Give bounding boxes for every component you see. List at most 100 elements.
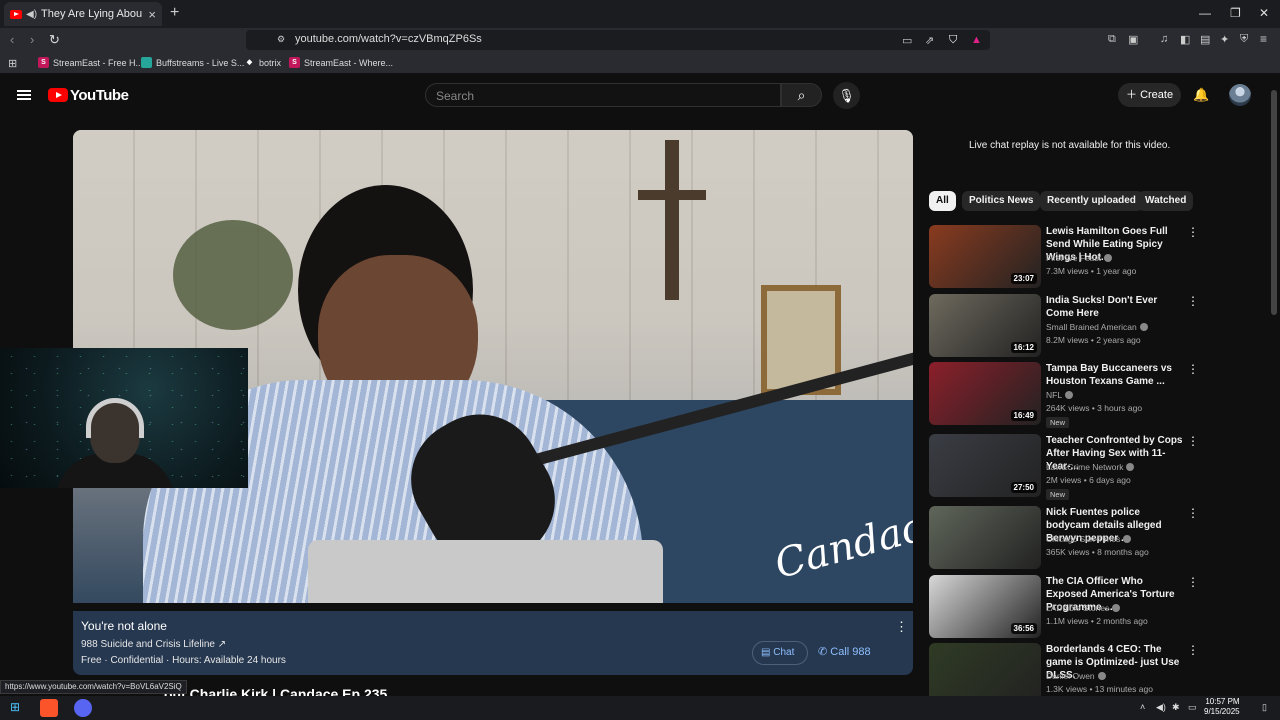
avatar[interactable] — [1229, 84, 1251, 106]
window-close-icon[interactable]: ✕ — [1259, 6, 1269, 20]
channel-name[interactable]: Chicago Sun-Times — [1046, 534, 1132, 544]
more-options-icon[interactable]: ⋮ — [895, 619, 908, 635]
recommended-video-title[interactable]: India Sucks! Don't Ever Come Here — [1046, 294, 1186, 320]
channel-name[interactable]: First We Feast — [1046, 253, 1113, 263]
menu-icon[interactable]: ≡ — [1260, 32, 1267, 46]
network-icon[interactable]: ▭ — [1188, 702, 1197, 713]
verified-badge-icon — [1112, 604, 1121, 612]
video-duration: 27:50 — [1010, 482, 1037, 493]
search-input[interactable]: Search — [425, 83, 781, 107]
browser-tab-bar: ◀) They Are Lying About Charlie × + — ❐ … — [0, 0, 1280, 28]
channel-name[interactable]: LADbible Stories — [1046, 603, 1121, 613]
channel-name[interactable]: Daniel Owen — [1046, 671, 1106, 681]
video-plant — [173, 220, 293, 330]
chip-watched[interactable]: Watched — [1138, 191, 1194, 211]
more-options-icon[interactable]: ⋮ — [1187, 643, 1199, 657]
crisis-lifeline-link[interactable]: 988 Suicide and Crisis Lifeline ↗ — [81, 639, 226, 650]
reload-icon[interactable]: ↻ — [49, 32, 60, 48]
taskbar-clock[interactable]: 10:57 PM 9/15/2025 — [1204, 697, 1240, 717]
extensions-icon[interactable]: ⧉ — [1108, 33, 1116, 46]
external-link-icon: ↗ — [217, 639, 227, 650]
video-meta: 264K views • 3 hours ago — [1046, 403, 1143, 413]
video-thumbnail[interactable]: 27:50 — [929, 434, 1041, 497]
brave-shield-icon[interactable]: ⛉ — [949, 34, 957, 47]
video-thumbnail[interactable]: 16:12 — [929, 294, 1041, 357]
recommended-video-title[interactable]: Tampa Bay Buccaneers vs Houston Texans G… — [1046, 362, 1186, 388]
video-duration: 23:07 — [1010, 273, 1037, 284]
bookmark-item[interactable]: Buffstreams - Live S... — [141, 57, 244, 68]
recommended-video[interactable]: 16:12 India Sucks! Don't Ever Come Here Sm… — [929, 294, 1259, 358]
video-thumbnail[interactable] — [929, 506, 1041, 569]
music-icon[interactable]: ♫ — [1160, 33, 1168, 45]
browser-tab[interactable]: ◀) They Are Lying About Charlie × — [4, 2, 162, 26]
recommended-video[interactable]: 23:07 Lewis Hamilton Goes Full Send While… — [929, 225, 1259, 289]
more-options-icon[interactable]: ⋮ — [1187, 362, 1199, 376]
recommended-video[interactable]: 27:50 Teacher Confronted by Cops After Ha… — [929, 434, 1259, 500]
url-text[interactable]: youtube.com/watch?v=czVBmqZP6Ss — [295, 33, 482, 45]
brave-browser-icon[interactable] — [40, 699, 58, 717]
verified-badge-icon — [1097, 672, 1106, 680]
bookmark-item[interactable]: S StreamEast - Free H... — [38, 57, 143, 68]
chat-button[interactable]: ▤ Chat — [752, 641, 808, 665]
volume-icon[interactable]: ◀) — [1156, 702, 1166, 713]
back-icon[interactable]: ‹ — [10, 32, 14, 47]
live-chat-note: Live chat replay is not available for th… — [969, 140, 1171, 151]
call-button[interactable]: ✆ Call 988 — [818, 645, 871, 658]
verified-badge-icon — [1123, 535, 1132, 543]
windows-taskbar — [0, 696, 1280, 720]
windows-start-icon[interactable]: ⊞ — [10, 700, 20, 714]
more-options-icon[interactable]: ⋮ — [1187, 506, 1199, 520]
tray-overflow-icon[interactable]: ˄ — [1140, 702, 1145, 712]
video-crucifix — [665, 140, 679, 300]
sidebar-icon[interactable]: ◧ — [1180, 33, 1190, 46]
chip-recently-uploaded[interactable]: Recently uploaded — [1040, 191, 1143, 211]
close-tab-icon[interactable]: × — [148, 7, 156, 22]
site-settings-icon[interactable]: ⚙ — [277, 34, 285, 45]
youtube-logo-text[interactable]: YouTube — [70, 87, 129, 104]
discord-icon[interactable] — [74, 699, 92, 717]
bluetooth-icon[interactable]: ✱ — [1172, 702, 1180, 713]
create-button[interactable]: ＋ Create — [1118, 83, 1181, 107]
restore-icon[interactable]: ❐ — [1230, 6, 1241, 20]
leo-ai-icon[interactable]: ✦ — [1220, 33, 1229, 46]
share-icon[interactable]: ⇗ — [925, 34, 934, 47]
chip-all[interactable]: All — [929, 191, 956, 211]
channel-name[interactable]: Law&Crime Network — [1046, 462, 1135, 472]
verified-badge-icon — [1139, 323, 1148, 331]
more-options-icon[interactable]: ⋮ — [1187, 434, 1199, 448]
more-options-icon[interactable]: ⋮ — [1187, 294, 1199, 308]
search-icon: ⌕ — [797, 87, 806, 103]
youtube-logo-icon[interactable] — [48, 88, 68, 102]
speaker-icon[interactable]: ◀) — [26, 9, 37, 20]
cast-icon[interactable]: ▭ — [902, 34, 912, 47]
recommended-video[interactable]: 16:49 Tampa Bay Buccaneers vs Houston Tex… — [929, 362, 1259, 428]
channel-name[interactable]: Small Brained American — [1046, 322, 1148, 332]
recommended-video[interactable]: Nick Fuentes police bodycam details alle… — [929, 506, 1259, 570]
more-options-icon[interactable]: ⋮ — [1187, 225, 1199, 239]
tab-search-icon[interactable]: ▣ — [1128, 33, 1138, 46]
chip-politics-news[interactable]: Politics News — [962, 191, 1041, 211]
video-thumbnail[interactable]: 36:56 — [929, 575, 1041, 638]
page-scrollbar[interactable] — [1271, 90, 1277, 315]
apps-grid-icon[interactable]: ⊞ — [8, 57, 17, 70]
minimize-icon[interactable]: — — [1199, 6, 1211, 20]
video-thumbnail[interactable]: 23:07 — [929, 225, 1041, 288]
recommended-video[interactable]: 36:56 The CIA Officer Who Exposed America… — [929, 575, 1259, 639]
wallet-icon[interactable]: ▤ — [1200, 33, 1210, 46]
verified-badge-icon — [1065, 391, 1074, 399]
channel-name[interactable]: NFL — [1046, 390, 1074, 400]
search-button[interactable]: ⌕ — [781, 83, 822, 107]
new-tab-button[interactable]: + — [170, 4, 179, 22]
brave-rewards-icon[interactable]: ▲ — [971, 34, 982, 46]
more-options-icon[interactable]: ⋮ — [1187, 575, 1199, 589]
voice-search-button[interactable]: 🎙 — [833, 82, 860, 109]
forward-icon[interactable]: › — [30, 32, 34, 47]
bookmark-item[interactable]: S StreamEast - Where... — [289, 57, 393, 68]
notifications-bell-icon[interactable]: 🔔 — [1193, 87, 1209, 103]
hamburger-menu-icon[interactable] — [17, 90, 31, 100]
vpn-icon[interactable]: ⛨ — [1240, 33, 1248, 46]
bookmark-item[interactable]: ◆ botrix — [244, 57, 281, 68]
video-thumbnail[interactable]: 16:49 — [929, 362, 1041, 425]
new-badge: New — [1046, 417, 1070, 428]
notifications-icon[interactable]: ▯ — [1262, 702, 1267, 713]
